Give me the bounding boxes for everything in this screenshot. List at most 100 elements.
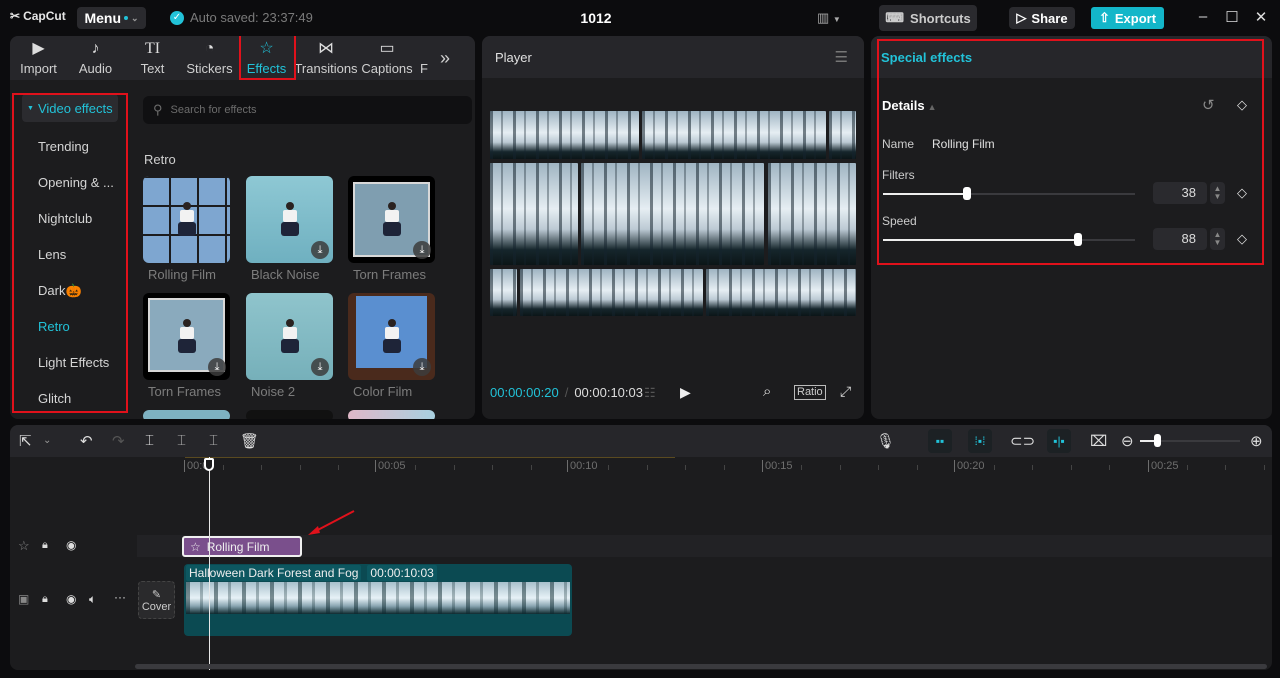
speed-value-input[interactable]: 88 — [1153, 228, 1207, 250]
redo-icon[interactable]: ↷ — [112, 432, 125, 450]
main-track-magnet-button[interactable]: ▪▪ — [928, 429, 952, 453]
eye-icon[interactable]: ◉ — [66, 538, 76, 552]
timeline-scrollbar[interactable] — [135, 664, 1267, 669]
effects-sidebar: ▼ Video effects Trending Opening & ... Ni… — [10, 80, 130, 419]
filters-stepper[interactable]: ▲ ▼ — [1210, 182, 1225, 204]
timecode-format-icon[interactable]: ☷ — [644, 385, 656, 401]
download-icon[interactable]: ⤓ — [413, 358, 431, 376]
reset-icon[interactable]: ↺ — [1202, 96, 1215, 114]
preview-axis-button[interactable]: ▪|▪ — [1047, 429, 1071, 453]
lock-icon[interactable]: 🔒︎ — [42, 593, 48, 606]
video-clip[interactable]: Halloween Dark Forest and Fog 00:00:10:0… — [184, 564, 572, 636]
ruler-tick — [1032, 465, 1034, 470]
lock-icon[interactable]: 🔒︎ — [42, 539, 48, 552]
slider-handle[interactable] — [963, 187, 971, 200]
sidebar-item-nightclub[interactable]: Nightclub — [38, 211, 92, 226]
share-button[interactable]: ▷ Share — [1009, 7, 1075, 29]
filters-value-input[interactable]: 38 — [1153, 182, 1207, 204]
cover-button[interactable]: ✎ Cover — [138, 581, 175, 619]
more-tabs-button[interactable]: » — [431, 36, 459, 80]
minimize-button[interactable]: – — [1193, 8, 1213, 28]
sidebar-item-retro[interactable]: Retro — [38, 319, 70, 334]
video-preview[interactable] — [490, 111, 856, 316]
timeline-ruler[interactable]: 00:00 00:05 00:10 00:15 00:20 00:25 — [10, 457, 1272, 479]
keyframe-diamond-icon[interactable]: ◇ — [1237, 97, 1247, 113]
effect-clip-rolling-film[interactable]: ☆ Rolling Film — [182, 536, 302, 557]
more-options-icon[interactable]: ··· — [114, 590, 126, 604]
auto-snap-button[interactable]: ⁞▪⁞ — [968, 429, 992, 453]
tab-transitions[interactable]: ⋈ Transitions — [294, 36, 357, 80]
speed-stepper[interactable]: ▲ ▼ — [1210, 228, 1225, 250]
filters-slider[interactable] — [883, 187, 1135, 200]
download-icon[interactable]: ⤓ — [208, 358, 226, 376]
effect-thumb-partial[interactable] — [143, 410, 230, 419]
effect-thumb-torn-frames[interactable]: ⤓ — [348, 176, 435, 263]
zoom-out-icon[interactable]: ⊖ — [1121, 432, 1134, 450]
play-button[interactable]: ▶ — [680, 384, 691, 401]
tab-captions[interactable]: ▭ Captions — [357, 36, 417, 80]
tab-stickers[interactable]: ◔ Stickers — [181, 36, 238, 80]
video-track-icon: ▣ — [18, 592, 30, 606]
video-effects-header[interactable]: ▼ Video effects — [22, 94, 118, 122]
effect-thumb-rolling-film[interactable] — [143, 176, 230, 263]
playhead-handle[interactable] — [204, 458, 214, 471]
maximize-button[interactable]: ☐ — [1222, 8, 1242, 28]
trim-right-icon[interactable]: ⌶ — [209, 432, 218, 449]
split-icon[interactable]: ⌶ — [145, 432, 154, 449]
tab-text[interactable]: TI Text — [124, 36, 181, 80]
tab-audio[interactable]: ♪ Audio — [67, 36, 124, 80]
zoom-slider-handle[interactable] — [1154, 434, 1161, 447]
download-icon[interactable]: ⤓ — [311, 241, 329, 259]
speed-keyframe-icon[interactable]: ◇ — [1237, 231, 1247, 247]
export-button[interactable]: ⇧ Export — [1091, 7, 1164, 29]
effect-thumb-partial[interactable] — [246, 410, 333, 419]
shortcuts-button[interactable]: ⌨ Shortcuts — [879, 5, 977, 31]
tab-import[interactable]: ▶ Import — [10, 36, 67, 80]
menu-button[interactable]: Menu ⌄ — [77, 7, 146, 29]
slider-handle[interactable] — [1074, 233, 1082, 246]
effect-thumb-partial[interactable] — [348, 410, 435, 419]
caret-down-icon: ▼ — [832, 15, 841, 24]
timeline-fit-icon[interactable]: ⌧ — [1090, 432, 1107, 450]
effect-thumb-noise-2[interactable]: ⤓ — [246, 293, 333, 380]
speed-slider[interactable] — [883, 233, 1135, 246]
timeline-zoom-slider[interactable] — [1140, 434, 1240, 447]
effect-thumb-black-noise[interactable]: ⤓ — [246, 176, 333, 263]
trim-left-icon[interactable]: ⌶ — [177, 432, 186, 449]
effect-thumb-color-film[interactable]: ⤓ — [348, 293, 435, 380]
project-title[interactable]: 1012 — [560, 10, 632, 26]
eye-icon[interactable]: ◉ — [66, 592, 76, 606]
close-button[interactable]: ✕ — [1251, 8, 1271, 28]
tab-effects[interactable]: ☆ Effects — [238, 36, 295, 80]
details-toggle[interactable]: Details ▲ — [882, 98, 937, 113]
sidebar-item-dark[interactable]: Dark🎃 — [38, 283, 82, 299]
layout-button[interactable]: ▥ ▼ — [817, 10, 841, 26]
zoom-fit-icon[interactable]: ⌕ — [763, 383, 771, 400]
pencil-icon: ✎ — [151, 588, 162, 601]
tab-filters[interactable]: F — [417, 36, 431, 80]
delete-icon[interactable]: 🗑 — [240, 432, 259, 450]
zoom-in-icon[interactable]: ⊕ — [1250, 432, 1263, 450]
hamburger-menu-icon[interactable]: ☰ — [835, 48, 848, 66]
ratio-button[interactable]: Ratio — [794, 385, 826, 400]
playhead[interactable] — [209, 457, 210, 670]
download-icon[interactable]: ⤓ — [311, 358, 329, 376]
undo-icon[interactable]: ↶ — [80, 432, 93, 450]
link-icon[interactable]: ⊂⊃ — [1010, 432, 1035, 450]
select-tool-icon[interactable]: ⇱ — [19, 432, 32, 450]
speaker-icon[interactable]: 🔈︎ — [89, 592, 96, 607]
sidebar-item-light-effects[interactable]: Light Effects — [38, 355, 109, 370]
download-icon[interactable]: ⤓ — [413, 241, 431, 259]
media-panel: ▶ Import ♪ Audio TI Text ◔ Stickers ☆ Effects… — [10, 36, 475, 419]
sidebar-item-glitch[interactable]: Glitch — [38, 391, 71, 406]
sidebar-item-lens[interactable]: Lens — [38, 247, 66, 262]
chevron-down-icon[interactable]: ⌄ — [43, 435, 51, 446]
sidebar-item-opening[interactable]: Opening & ... — [38, 175, 114, 190]
fullscreen-icon[interactable]: ⤢ — [840, 383, 851, 400]
ruler-tick — [646, 465, 648, 470]
microphone-icon[interactable]: 🎙 — [876, 432, 895, 450]
effects-search-input[interactable]: ⚲ Search for effects — [143, 96, 472, 124]
effect-thumb-torn-frames-2[interactable]: ⤓ — [143, 293, 230, 380]
filters-keyframe-icon[interactable]: ◇ — [1237, 185, 1247, 201]
sidebar-item-trending[interactable]: Trending — [38, 139, 89, 154]
